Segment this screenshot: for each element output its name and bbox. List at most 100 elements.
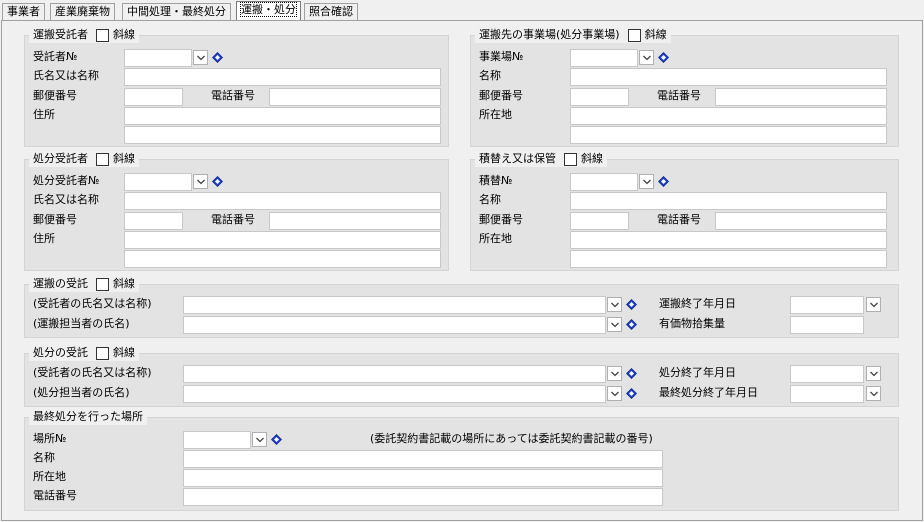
disposal-receipt-strike-checkbox[interactable] — [96, 346, 109, 360]
destination-zip-input[interactable] — [570, 88, 629, 106]
disposer-strike-label: 斜線 — [113, 152, 135, 165]
tab-industrial-waste[interactable]: 産業廃棄物 — [50, 3, 115, 20]
destination-strike-checkbox[interactable] — [627, 28, 641, 42]
chevron-down-icon — [869, 371, 878, 376]
destination-tel-input[interactable] — [715, 88, 887, 106]
tab-transport-disposal[interactable]: 運搬・処分 — [236, 1, 301, 21]
disposal-end-date-label: 処分終了年月日 — [659, 366, 736, 379]
disposal-name-lookup-button[interactable] — [625, 367, 637, 379]
disposer-tel-input[interactable] — [269, 212, 441, 230]
carrier-addr-input-2[interactable] — [124, 126, 441, 144]
transport-name-label: (受託者の氏名又は名称) — [33, 297, 152, 310]
disposer-group: 処分受託者 斜線 処分受託者№ 氏名又は名称 郵便番号 電話番号 住所 — [24, 151, 449, 271]
valuables-label: 有価物拾集量 — [659, 317, 725, 330]
disposal-receipt-title-label: 処分の受託 — [33, 346, 88, 359]
disposer-lookup-button[interactable] — [211, 175, 223, 187]
disposal-end-date-picker[interactable] — [790, 365, 864, 383]
valuables-input[interactable] — [790, 316, 864, 334]
carrier-strike-checkbox[interactable] — [96, 28, 109, 42]
disposer-tel-label: 電話番号 — [211, 213, 255, 226]
destination-no-dropdown-button[interactable] — [639, 50, 654, 65]
transport-name-lookup-button[interactable] — [625, 298, 637, 310]
transport-staff-lookup-button[interactable] — [625, 318, 637, 330]
transship-lookup-button[interactable] — [657, 175, 669, 187]
destination-group: 運搬先の事業場(処分事業場) 斜線 事業場№ 名称 郵便番号 電話番号 所在地 — [470, 27, 899, 147]
carrier-group: 運搬受託者 斜線 受託者№ 氏名又は名称 郵便番号 電話番号 住所 — [24, 27, 449, 147]
carrier-no-dropdown-button[interactable] — [193, 50, 208, 65]
disposer-addr-input-2[interactable] — [124, 250, 441, 268]
final-site-addr-input[interactable] — [183, 469, 663, 487]
tab-verification[interactable]: 照合確認 — [304, 3, 358, 20]
transship-title-label: 積替え又は保管 — [479, 152, 556, 165]
transport-name-combo[interactable] — [183, 296, 606, 314]
destination-title: 運搬先の事業場(処分事業場) 斜線 — [475, 27, 671, 43]
disposal-staff-lookup-button[interactable] — [625, 387, 637, 399]
disposer-no-combo[interactable] — [124, 173, 192, 191]
final-site-name-input[interactable] — [183, 450, 663, 468]
carrier-no-combo[interactable] — [124, 49, 192, 67]
final-end-date-dropdown-button[interactable] — [866, 386, 881, 401]
transport-staff-dropdown-button[interactable] — [607, 317, 622, 332]
transport-receipt-strike-checkbox[interactable] — [96, 277, 109, 291]
disposal-staff-combo[interactable] — [183, 385, 606, 403]
final-end-date-picker[interactable] — [790, 385, 864, 403]
tab-business-operator[interactable]: 事業者 — [2, 3, 45, 20]
disposal-name-combo[interactable] — [183, 365, 606, 383]
disposer-addr-input-1[interactable] — [124, 231, 441, 249]
chevron-down-icon — [255, 437, 264, 442]
tab-label: 運搬・処分 — [240, 2, 297, 17]
diamond-icon — [625, 318, 637, 330]
tab-label: 照合確認 — [309, 5, 353, 18]
disposal-name-label: (受託者の氏名又は名称) — [33, 366, 152, 379]
transship-name-input[interactable] — [570, 192, 887, 210]
disposal-receipt-strike-label: 斜線 — [113, 346, 135, 359]
transship-strike-checkbox[interactable] — [564, 152, 577, 166]
destination-no-combo[interactable] — [570, 49, 638, 67]
tab-label: 産業廃棄物 — [55, 5, 110, 18]
carrier-title: 運搬受託者 斜線 — [29, 27, 139, 43]
transship-no-combo[interactable] — [570, 173, 638, 191]
final-site-tel-input[interactable] — [183, 488, 663, 506]
disposal-staff-dropdown-button[interactable] — [607, 386, 622, 401]
transport-end-date-dropdown-button[interactable] — [866, 297, 881, 312]
final-site-no-combo[interactable] — [183, 431, 251, 449]
carrier-addr-input-1[interactable] — [124, 107, 441, 125]
final-site-no-dropdown-button[interactable] — [252, 432, 267, 447]
transport-staff-combo[interactable] — [183, 316, 606, 334]
disposer-zip-input[interactable] — [124, 212, 183, 230]
disposer-no-dropdown-button[interactable] — [193, 174, 208, 189]
disposer-zip-label: 郵便番号 — [33, 213, 77, 226]
disposer-name-input[interactable] — [124, 192, 441, 210]
destination-zip-label: 郵便番号 — [479, 89, 523, 102]
destination-addr-input-1[interactable] — [570, 107, 887, 125]
transport-name-dropdown-button[interactable] — [607, 297, 622, 312]
disposer-strike-checkbox[interactable] — [96, 152, 109, 166]
destination-strike-label: 斜線 — [644, 28, 667, 41]
transship-zip-input[interactable] — [570, 212, 629, 230]
destination-addr-input-2[interactable] — [570, 126, 887, 144]
transship-no-dropdown-button[interactable] — [639, 174, 654, 189]
transport-end-date-picker[interactable] — [790, 296, 864, 314]
tab-intermediate-final[interactable]: 中間処理・最終処分 — [122, 3, 231, 20]
transship-no-label: 積替№ — [479, 174, 513, 187]
tab-panel: 運搬受託者 斜線 受託者№ 氏名又は名称 郵便番号 電話番号 住所 運搬先の事業… — [1, 20, 923, 521]
transship-title: 積替え又は保管 斜線 — [475, 151, 607, 167]
carrier-name-input[interactable] — [124, 68, 441, 86]
carrier-lookup-button[interactable] — [211, 51, 223, 63]
transship-tel-input[interactable] — [715, 212, 887, 230]
final-site-lookup-button[interactable] — [270, 433, 282, 445]
carrier-tel-label: 電話番号 — [211, 89, 255, 102]
carrier-zip-input[interactable] — [124, 88, 183, 106]
disposal-name-dropdown-button[interactable] — [607, 366, 622, 381]
carrier-tel-input[interactable] — [269, 88, 441, 106]
carrier-strike-label: 斜線 — [113, 28, 135, 41]
carrier-title-label: 運搬受託者 — [33, 28, 88, 41]
chevron-down-icon — [610, 391, 619, 396]
destination-lookup-button[interactable] — [657, 51, 669, 63]
disposal-end-date-dropdown-button[interactable] — [866, 366, 881, 381]
transship-addr-input-2[interactable] — [570, 250, 887, 268]
transship-addr-input-1[interactable] — [570, 231, 887, 249]
transship-zip-label: 郵便番号 — [479, 213, 523, 226]
diamond-icon — [270, 433, 282, 445]
destination-name-input[interactable] — [570, 68, 887, 86]
